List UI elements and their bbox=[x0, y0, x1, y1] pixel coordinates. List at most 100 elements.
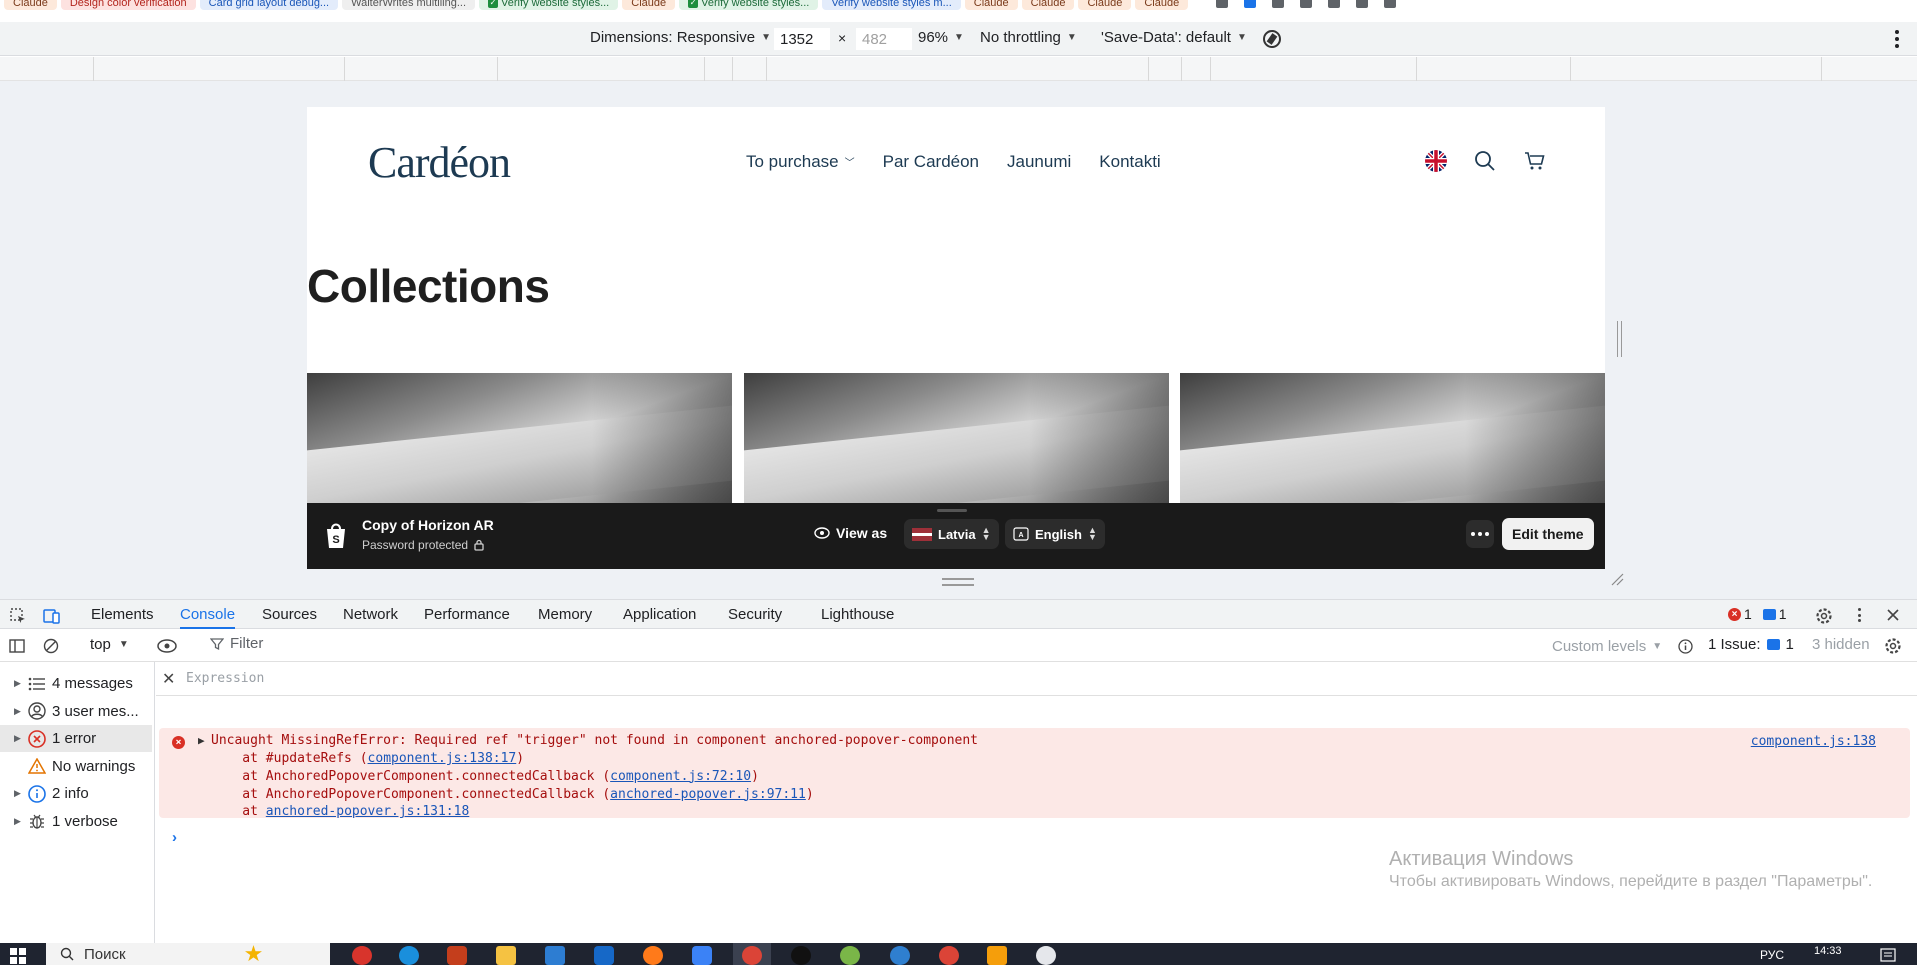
bookmark-item[interactable]: Claude bbox=[4, 0, 57, 10]
tab-console[interactable]: Console bbox=[180, 600, 236, 629]
sidebar-toggle-icon[interactable] bbox=[9, 638, 25, 654]
bookmark-folder-icon[interactable] bbox=[1328, 0, 1341, 8]
chrome-icon[interactable] bbox=[742, 946, 762, 965]
sidebar-item[interactable]: No warnings bbox=[0, 753, 152, 780]
stack-frame-link[interactable]: anchored-popover.js:97:11 bbox=[610, 787, 806, 802]
close-icon[interactable]: ✕ bbox=[162, 669, 175, 689]
stack-frame-link[interactable]: component.js:138:17 bbox=[368, 751, 517, 766]
bookmark-item[interactable]: Claude bbox=[1021, 0, 1075, 10]
store-icon[interactable] bbox=[545, 946, 565, 965]
console-prompt-icon[interactable]: › bbox=[172, 829, 177, 846]
site-logo[interactable]: Cardéon bbox=[368, 137, 511, 188]
stack-frame-link[interactable]: anchored-popover.js:131:18 bbox=[266, 804, 470, 819]
utorrent-icon[interactable] bbox=[840, 946, 860, 965]
bookmark-folder-icon[interactable] bbox=[1244, 0, 1257, 8]
device-toolbar-toggle-icon[interactable] bbox=[43, 607, 61, 625]
expand-arrow-icon[interactable]: ▶ bbox=[14, 816, 22, 827]
bookmark-folder-icon[interactable] bbox=[1356, 0, 1369, 8]
apps-grid-icon[interactable] bbox=[1384, 0, 1397, 8]
expand-triangle-icon[interactable]: ▶ bbox=[198, 734, 205, 747]
more-options-icon[interactable] bbox=[1895, 30, 1899, 48]
sidebar-item[interactable]: ▶ 1 verbose bbox=[0, 808, 152, 835]
app-icon[interactable] bbox=[890, 946, 910, 965]
country-selector[interactable]: Latvia ▲ ▼ bbox=[904, 519, 999, 549]
bookmark-item[interactable]: Claude bbox=[1135, 0, 1189, 10]
notifications-icon[interactable] bbox=[1880, 948, 1896, 962]
settings-gear-icon[interactable] bbox=[1036, 946, 1056, 965]
filter-input[interactable]: Filter bbox=[210, 635, 263, 652]
resize-corner-icon[interactable] bbox=[1610, 572, 1624, 586]
tab-application[interactable]: Application bbox=[623, 600, 696, 629]
expression-input[interactable]: Expression bbox=[186, 671, 264, 686]
tab-lighthouse[interactable]: Lighthouse bbox=[821, 600, 894, 629]
expand-arrow-icon[interactable]: ▶ bbox=[14, 733, 22, 744]
bookmark-item[interactable]: Claude bbox=[964, 0, 1018, 10]
zoom-dropdown[interactable]: 96% ▼ bbox=[918, 29, 964, 46]
live-expression-eye-icon[interactable] bbox=[156, 638, 178, 654]
bookmark-item[interactable]: Claude bbox=[1078, 0, 1132, 10]
expand-arrow-icon[interactable]: ▶ bbox=[14, 678, 22, 689]
tab-performance[interactable]: Performance bbox=[424, 600, 510, 629]
close-devtools-icon[interactable] bbox=[1885, 607, 1901, 623]
clear-console-icon[interactable] bbox=[43, 638, 59, 654]
nav-item-jaunumi[interactable]: Jaunumi bbox=[1007, 152, 1071, 172]
app-icon[interactable] bbox=[594, 946, 614, 965]
bookmark-item[interactable]: ✓ Verify website styles... bbox=[679, 0, 819, 10]
chrome-icon[interactable] bbox=[939, 946, 959, 965]
windows-start-icon[interactable] bbox=[10, 948, 26, 964]
stack-frame-link[interactable]: component.js:72:10 bbox=[610, 769, 751, 784]
app-icon[interactable] bbox=[987, 946, 1007, 965]
sidebar-item[interactable]: ▶ 1 error bbox=[0, 725, 152, 752]
tab-memory[interactable]: Memory bbox=[538, 600, 592, 629]
devtools-menu-icon[interactable] bbox=[1858, 608, 1862, 622]
uk-flag-icon[interactable] bbox=[1425, 150, 1447, 172]
search-icon[interactable] bbox=[1473, 149, 1497, 173]
edit-theme-button[interactable]: Edit theme bbox=[1502, 518, 1594, 550]
bookmark-folder-icon[interactable] bbox=[1300, 0, 1313, 8]
bookmark-item[interactable]: WalterWrites multiling... bbox=[342, 0, 476, 10]
nav-item-par-cardeon[interactable]: Par Cardéon bbox=[883, 152, 979, 172]
bookmark-item[interactable]: Card grid layout debug... bbox=[199, 0, 339, 10]
powerpoint-icon[interactable] bbox=[447, 946, 467, 965]
app-icon[interactable] bbox=[692, 946, 712, 965]
app-icon[interactable] bbox=[791, 946, 811, 965]
more-actions-button[interactable] bbox=[1466, 520, 1494, 548]
opera-icon[interactable] bbox=[352, 946, 372, 965]
bookmark-folder-icon[interactable] bbox=[1272, 0, 1285, 8]
cart-icon[interactable] bbox=[1523, 149, 1547, 173]
clock[interactable]: 14:33 bbox=[1814, 945, 1842, 957]
console-settings-icon[interactable] bbox=[1884, 637, 1902, 655]
context-selector[interactable]: top ▼ bbox=[90, 636, 129, 653]
tab-security[interactable]: Security bbox=[728, 600, 782, 629]
throttling-dropdown[interactable]: No throttling ▼ bbox=[980, 29, 1077, 46]
expand-arrow-icon[interactable]: ▶ bbox=[14, 788, 22, 799]
sidebar-item[interactable]: ▶ 3 user mes... bbox=[0, 698, 152, 725]
language-selector[interactable]: A English ▲ ▼ bbox=[1005, 519, 1105, 549]
error-badge[interactable]: × 1 1 bbox=[1728, 606, 1787, 622]
expand-arrow-icon[interactable]: ▶ bbox=[14, 706, 22, 717]
error-text[interactable]: Uncaught MissingRefError: Required ref "… bbox=[211, 733, 978, 748]
rotate-icon[interactable] bbox=[1261, 28, 1283, 50]
nav-item-to-purchase[interactable]: To purchase ﹀ bbox=[746, 152, 855, 172]
bookmark-item[interactable]: Claude bbox=[622, 0, 676, 10]
sidebar-item[interactable]: ▶ 4 messages bbox=[0, 670, 152, 697]
save-data-dropdown[interactable]: 'Save-Data': default ▼ bbox=[1101, 29, 1247, 46]
file-explorer-icon[interactable] bbox=[496, 946, 516, 965]
issues-link[interactable]: 1 Issue: 1 bbox=[1708, 636, 1794, 653]
drag-handle[interactable] bbox=[937, 509, 967, 512]
taskbar-search[interactable]: Поиск ★ bbox=[46, 943, 330, 965]
input-language[interactable]: РУС bbox=[1760, 948, 1784, 962]
settings-gear-icon[interactable] bbox=[1815, 607, 1833, 625]
viewport-scrollbar[interactable] bbox=[1617, 321, 1622, 357]
collection-card[interactable] bbox=[307, 373, 732, 503]
dimensions-dropdown[interactable]: Dimensions: Responsive ▼ bbox=[590, 29, 771, 46]
edge-icon[interactable] bbox=[399, 946, 419, 965]
inspect-element-icon[interactable] bbox=[9, 607, 27, 625]
bookmark-item[interactable]: ✓ Verify website styles... bbox=[479, 0, 619, 10]
tab-network[interactable]: Network bbox=[343, 600, 398, 629]
collection-card[interactable] bbox=[744, 373, 1169, 503]
tab-sources[interactable]: Sources bbox=[262, 600, 317, 629]
bookmark-item[interactable]: Design color verification bbox=[60, 0, 196, 10]
error-source-link[interactable]: component.js:138 bbox=[1751, 734, 1876, 749]
tab-elements[interactable]: Elements bbox=[91, 600, 154, 629]
